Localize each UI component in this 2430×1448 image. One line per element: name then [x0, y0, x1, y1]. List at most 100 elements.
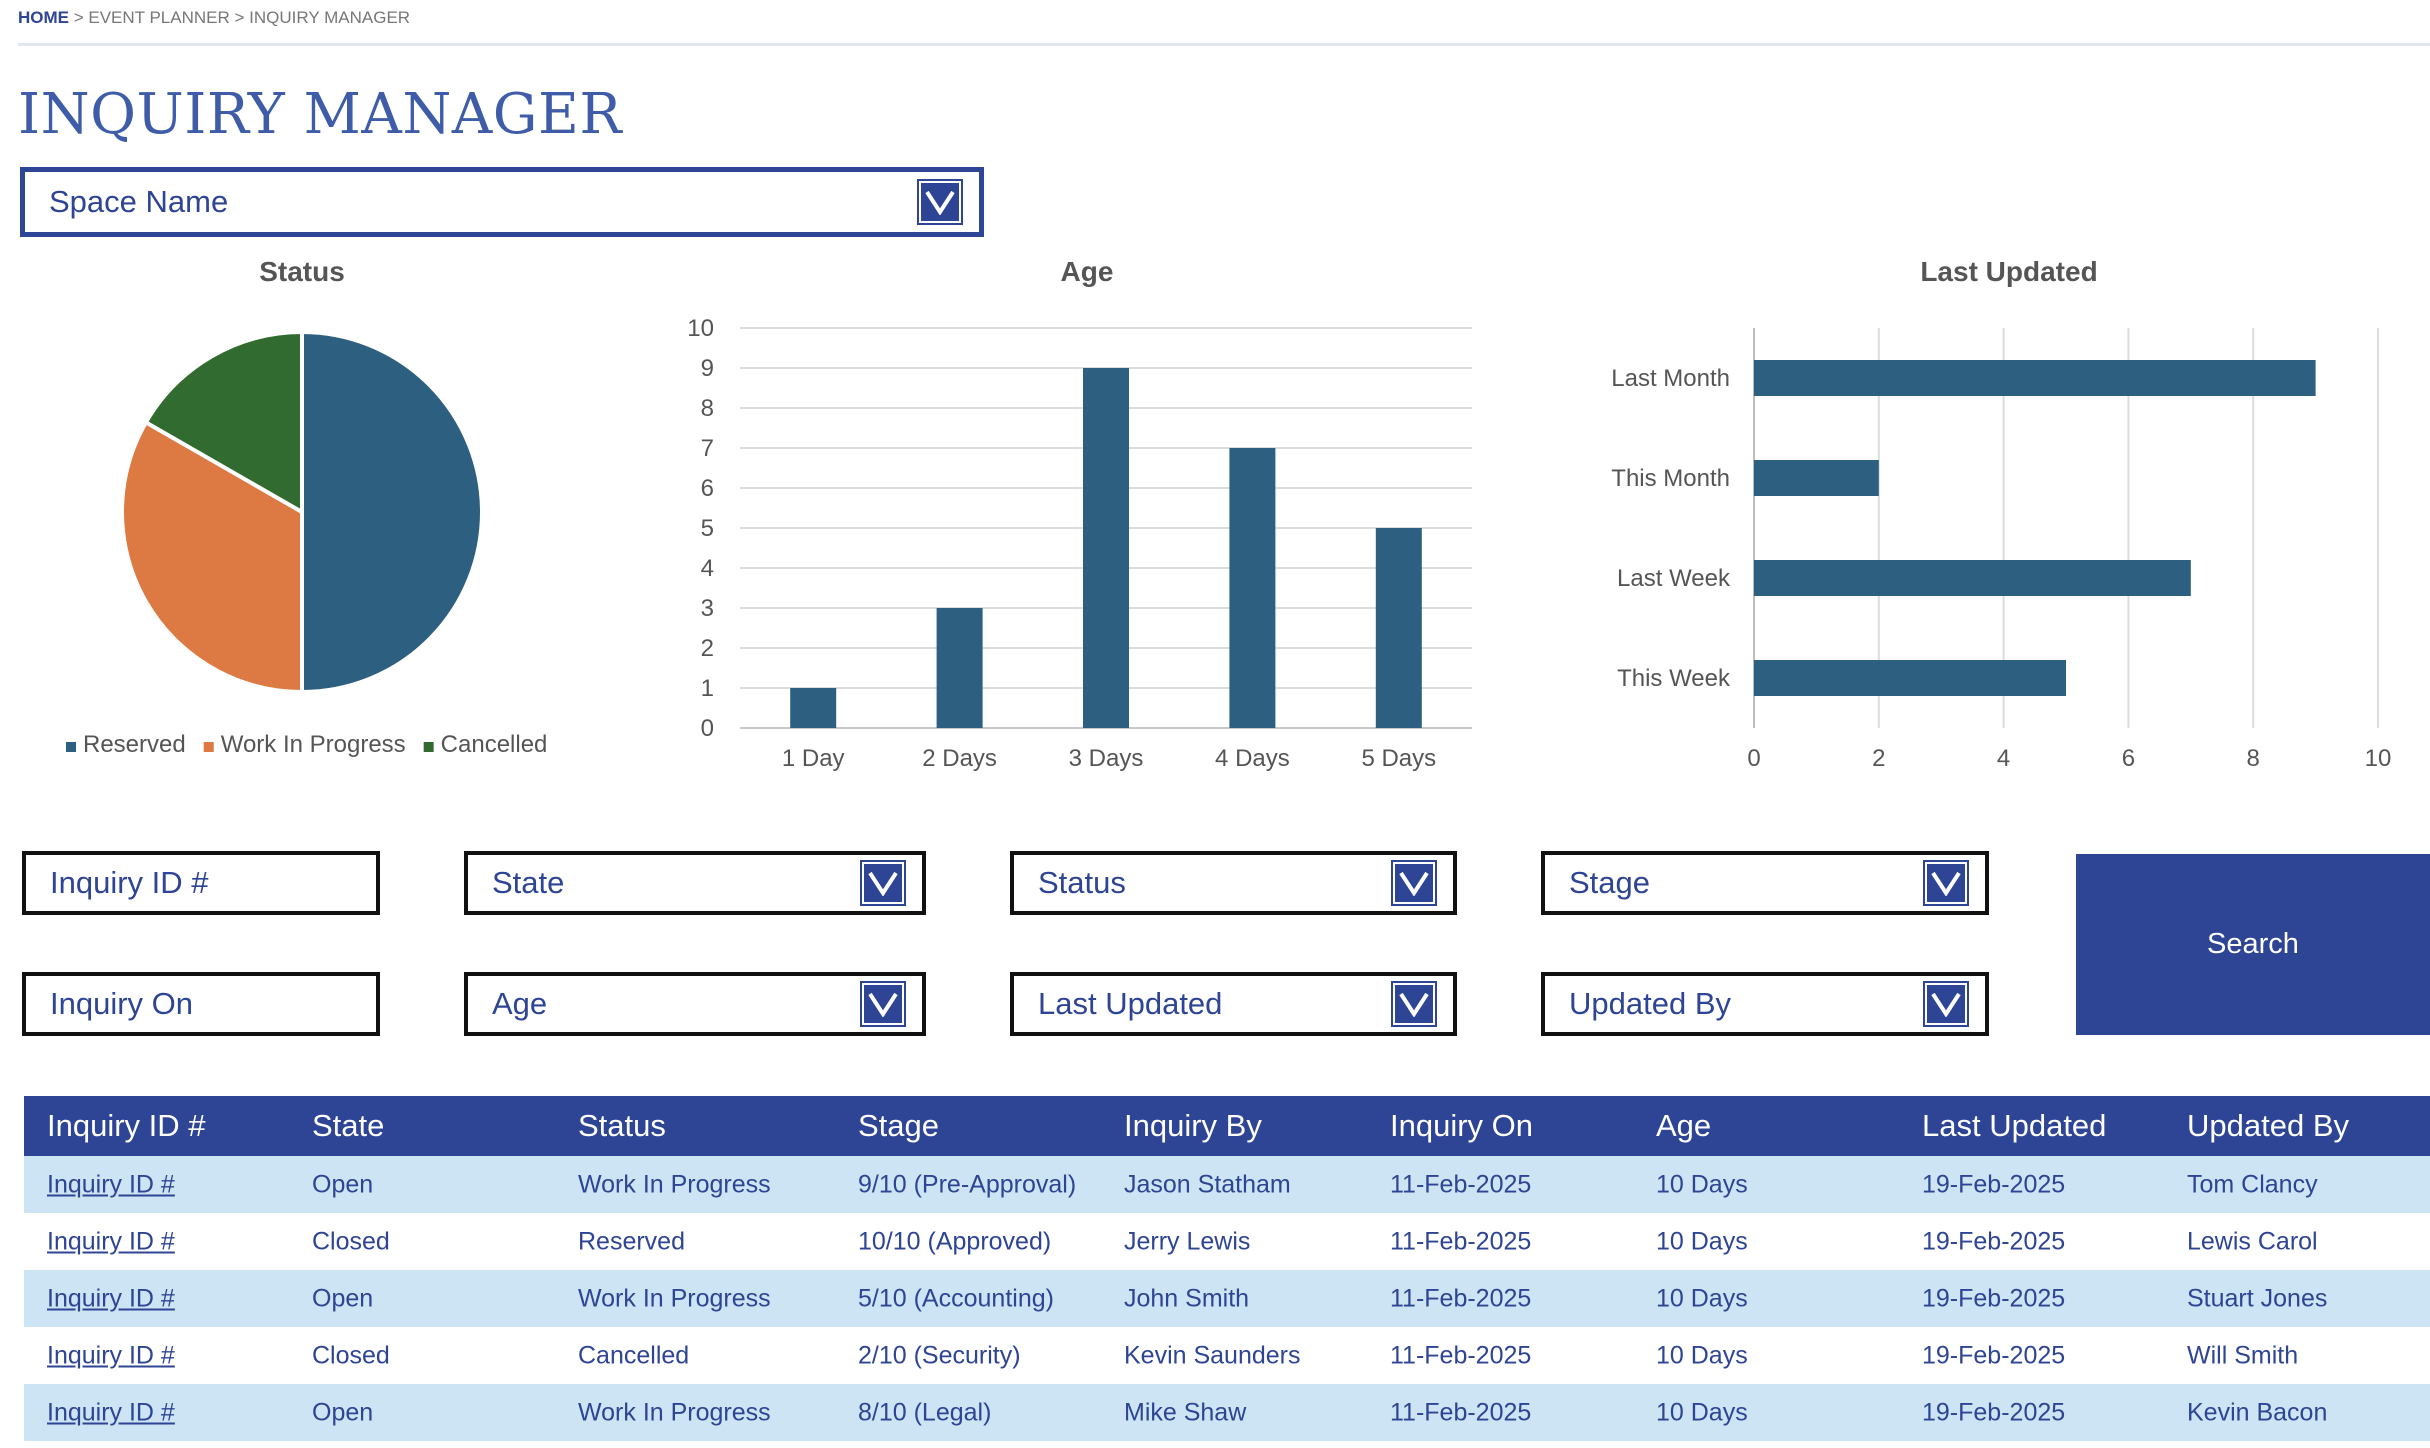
inquiry-on-field[interactable]: Inquiry On	[22, 972, 380, 1036]
status-dropdown-label: Status	[1038, 865, 1126, 900]
table-row: Inquiry ID # Open Work In Progress 9/10 …	[24, 1156, 2430, 1213]
table-cell: Kevin Saunders	[1124, 1341, 1301, 1369]
bar	[1754, 660, 2066, 696]
state-dropdown-label: State	[492, 865, 565, 900]
bar	[1754, 360, 2316, 396]
chevron-down-icon[interactable]	[1925, 862, 1967, 904]
table-header-cell: Status	[578, 1108, 666, 1143]
legend-label: Reserved	[83, 731, 186, 758]
x-tick-label: 2 Days	[922, 745, 997, 772]
y-tick-label: 2	[701, 635, 714, 662]
chevron-down-icon[interactable]	[1393, 862, 1435, 904]
chevron-down-icon[interactable]	[862, 862, 904, 904]
y-tick-label: This Week	[1617, 665, 1731, 692]
table-cell: 9/10 (Pre-Approval)	[858, 1170, 1077, 1198]
y-tick-label: 5	[701, 515, 714, 542]
table-cell: 8/10 (Legal)	[858, 1398, 992, 1426]
inquiry-id-link[interactable]: Inquiry ID #	[47, 1341, 175, 1370]
table-cell: 11-Feb-2025	[1390, 1227, 1532, 1255]
status-dropdown[interactable]: Status	[1010, 851, 1457, 915]
table-row: Inquiry ID # Open Work In Progress 8/10 …	[24, 1384, 2430, 1441]
x-tick-label: 5 Days	[1361, 745, 1436, 772]
bar	[1083, 368, 1129, 728]
table-header-cell: Stage	[858, 1108, 940, 1143]
inquiry-id-link[interactable]: Inquiry ID #	[47, 1227, 175, 1256]
legend-label: Work In Progress	[221, 731, 406, 758]
breadcrumb-separator: >	[69, 8, 89, 27]
space-name-dropdown[interactable]: Space Name	[20, 167, 984, 237]
chevron-down-icon[interactable]	[862, 983, 904, 1025]
legend-label: Cancelled	[441, 731, 548, 758]
table-cell: Stuart Jones	[2187, 1284, 2328, 1312]
breadcrumb-current: INQUIRY MANAGER	[249, 8, 411, 27]
bar	[1375, 528, 1422, 728]
last-updated-dropdown-label: Last Updated	[1038, 986, 1223, 1021]
breadcrumb: HOME > EVENT PLANNER > INQUIRY MANAGER	[18, 8, 410, 28]
inquiry-table: Inquiry ID # State Status Stage Inquiry …	[24, 1096, 2430, 1441]
table-cell: 10 Days	[1656, 1398, 1748, 1426]
table-cell: Mike Shaw	[1124, 1398, 1247, 1426]
legend-swatch	[203, 742, 214, 752]
table-header-cell: Inquiry On	[1390, 1108, 1534, 1143]
table-row: Inquiry ID # Open Work In Progress 5/10 …	[24, 1270, 2430, 1327]
table-cell: 11-Feb-2025	[1390, 1398, 1532, 1426]
table-cell: Tom Clancy	[2187, 1170, 2318, 1198]
age-chart-title: Age	[1060, 256, 1114, 287]
breadcrumb-event-planner-link[interactable]: EVENT PLANNER	[88, 8, 229, 27]
inquiry-id-field[interactable]: Inquiry ID #	[22, 851, 380, 915]
table-header-cell: Last Updated	[1922, 1108, 2107, 1143]
age-dropdown[interactable]: Age	[464, 972, 926, 1036]
bar	[790, 688, 837, 728]
table-cell: Work In Progress	[578, 1170, 771, 1198]
updated-by-dropdown-label: Updated By	[1569, 986, 1731, 1021]
x-tick-label: 1 Day	[782, 745, 845, 772]
status-chart-title: Status	[259, 256, 345, 287]
age-dropdown-label: Age	[492, 986, 548, 1021]
table-cell: Will Smith	[2187, 1341, 2299, 1369]
last-updated-dropdown[interactable]: Last Updated	[1010, 972, 1457, 1036]
table-cell: 19-Feb-2025	[1922, 1227, 2066, 1255]
inquiry-id-link[interactable]: Inquiry ID #	[47, 1170, 175, 1199]
updated-by-dropdown[interactable]: Updated By	[1541, 972, 1989, 1036]
last-updated-bar-chart: 0 2 4 6 8 10 Last Month This Month Last Week This…	[1611, 328, 2391, 772]
table-cell: 11-Feb-2025	[1390, 1170, 1532, 1198]
table-row: Inquiry ID # Closed Cancelled 2/10 (Secu…	[24, 1327, 2430, 1384]
table-cell: Jason Statham	[1124, 1170, 1291, 1198]
table-cell: 10 Days	[1656, 1227, 1748, 1255]
stage-dropdown[interactable]: Stage	[1541, 851, 1989, 915]
y-tick-label: 8	[701, 395, 714, 422]
age-bar-chart: 0 1 2 3 4 5 6 7 8 9 10 1 Day 2 Days 3 Days 4 Days 5 Day…	[687, 315, 1472, 772]
table-cell: 10 Days	[1656, 1170, 1748, 1198]
table-cell: Closed	[312, 1227, 390, 1255]
pie-slice	[300, 329, 484, 695]
table-cell: Open	[312, 1284, 374, 1312]
table-cell: 10 Days	[1656, 1341, 1748, 1369]
state-dropdown[interactable]: State	[464, 851, 926, 915]
y-tick-label: 9	[701, 355, 714, 382]
y-tick-label: 1	[701, 675, 714, 702]
table-cell: Work In Progress	[578, 1398, 771, 1426]
table-cell: 19-Feb-2025	[1922, 1398, 2066, 1426]
table-cell: Jerry Lewis	[1124, 1227, 1251, 1255]
stage-dropdown-label: Stage	[1569, 865, 1651, 900]
y-tick-label: 6	[701, 475, 714, 502]
y-tick-label: Last Month	[1611, 365, 1730, 392]
table-cell: Work In Progress	[578, 1284, 771, 1312]
last-updated-chart-title: Last Updated	[1920, 256, 2098, 287]
y-tick-label: 0	[701, 715, 714, 742]
search-button[interactable]: Search	[2076, 854, 2430, 1035]
inquiry-id-link[interactable]: Inquiry ID #	[47, 1398, 175, 1427]
table-cell: 19-Feb-2025	[1922, 1284, 2066, 1312]
x-tick-label: 8	[2247, 745, 2260, 772]
table-cell: 10/10 (Approved)	[858, 1227, 1052, 1255]
table-cell: 11-Feb-2025	[1390, 1341, 1532, 1369]
chevron-down-icon[interactable]	[919, 181, 961, 223]
inquiry-id-link[interactable]: Inquiry ID #	[47, 1284, 175, 1313]
inquiry-id-field-label: Inquiry ID #	[50, 865, 209, 900]
breadcrumb-home-link[interactable]: HOME	[18, 8, 69, 27]
table-cell: Open	[312, 1398, 374, 1426]
status-pie-chart: Reserved Work In Progress Cancelled	[66, 329, 548, 758]
table-header-cell: State	[312, 1108, 385, 1143]
chevron-down-icon[interactable]	[1925, 983, 1967, 1025]
chevron-down-icon[interactable]	[1393, 983, 1435, 1025]
